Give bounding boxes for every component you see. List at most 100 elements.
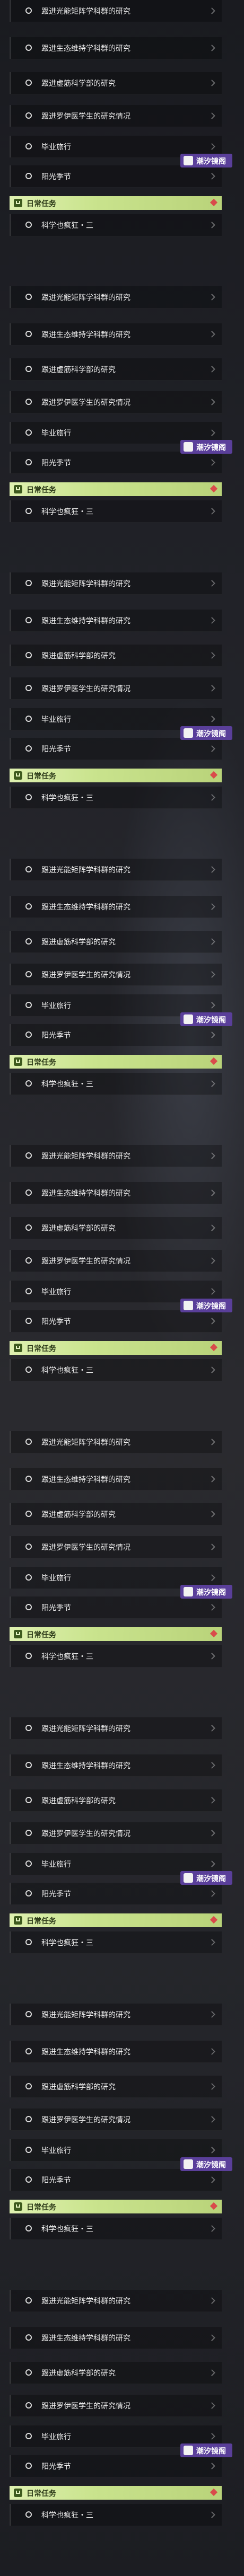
daily-tasks-header[interactable]: 日常任务 [10, 1055, 222, 1069]
chevron-right-icon [208, 1543, 215, 1550]
daily-task-item[interactable]: 科学也疯狂・三 [10, 787, 222, 809]
quest-list-item[interactable]: 跟进生态维持学科群的研究 [10, 2327, 222, 2349]
quest-list-item[interactable]: 跟进生态维持学科群的研究 [10, 896, 222, 918]
quest-list-item[interactable]: 跟进罗伊医学生的研究情况 [10, 105, 222, 127]
daily-tasks-header[interactable]: 日常任务 [10, 482, 222, 496]
quest-list-item[interactable]: 跟进罗伊医学生的研究情况 [10, 1250, 222, 1272]
quest-list-item[interactable]: 跟进虚筋科学部的研究 [10, 1217, 222, 1239]
quest-list-item[interactable]: 跟进生态维持学科群的研究 [10, 1468, 222, 1490]
daily-task-item[interactable]: 科学也疯狂・三 [10, 500, 222, 523]
daily-task-item[interactable]: 科学也疯狂・三 [10, 1359, 222, 1381]
quest-list-item[interactable]: 跟进虚筋科学部的研究 [10, 1503, 222, 1525]
quest-circle-icon [25, 1080, 32, 1087]
daily-task-item[interactable]: 科学也疯狂・三 [10, 1931, 222, 1954]
quest-circle-icon [25, 1476, 32, 1482]
chevron-right-icon [208, 429, 215, 436]
quest-list-item[interactable]: 跟进生态维持学科群的研究 [10, 1754, 222, 1777]
quest-list-item[interactable]: 跟进生态维持学科群的研究 [10, 1182, 222, 1204]
quest-circle-icon [25, 1604, 32, 1610]
quest-list-item[interactable]: 跟进虚筋科学部的研究 [10, 931, 222, 953]
quest-circle-icon [25, 938, 32, 945]
row-accent-bar [10, 72, 11, 94]
quest-list-item[interactable]: 跟进虚筋科学部的研究 [10, 645, 222, 667]
quest-list-item[interactable]: 跟进生态维持学科群的研究 [10, 2041, 222, 2063]
quest-list-item[interactable]: 跟进光能矩阵学科群的研究 [10, 2004, 222, 2026]
daily-tasks-header[interactable]: 日常任务 [10, 769, 222, 782]
quest-list-item[interactable]: 跟进光能矩阵学科群的研究 [10, 1145, 222, 1167]
daily-task-item[interactable]: 科学也疯狂・三 [10, 1073, 222, 1095]
row-accent-bar [10, 2076, 11, 2097]
daily-tasks-icon [14, 2202, 22, 2211]
row-accent-bar [10, 2455, 11, 2477]
quest-list-item[interactable]: 跟进光能矩阵学科群的研究 [10, 1717, 222, 1740]
quest-list-item[interactable]: 跟进罗伊医学生的研究情况 [10, 1822, 222, 1845]
quest-list-item[interactable]: 跟进罗伊医学生的研究情况 [10, 2395, 222, 2417]
daily-tasks-header[interactable]: 日常任务 [10, 1341, 222, 1355]
daily-tasks-header[interactable]: 日常任务 [10, 1913, 222, 1927]
row-accent-bar [10, 645, 11, 666]
chevron-right-icon [208, 1890, 215, 1897]
quest-list-item[interactable]: 跟进虚筋科学部的研究 [10, 1789, 222, 1812]
quest-block: 跟进光能矩阵学科群的研究 跟进生态维持学科群的研究 跟进虚筋科学部的研究 跟进罗伊医学… [0, 1996, 244, 2282]
quest-list-item[interactable]: 跟进虚筋科学部的研究 [10, 358, 222, 381]
quest-circle-icon [25, 1224, 32, 1231]
quest-list-item[interactable]: 阳光季节 [10, 1883, 222, 1905]
quest-list-item[interactable]: 跟进罗伊医学生的研究情况 [10, 2109, 222, 2131]
quest-list-item[interactable]: 阳光季节 [10, 1024, 222, 1046]
quest-list-item[interactable]: 跟进生态维持学科群的研究 [10, 323, 222, 346]
quest-list-item[interactable]: 跟进罗伊医学生的研究情况 [10, 1536, 222, 1558]
quest-label: 跟进光能矩阵学科群的研究 [41, 580, 130, 588]
quest-list-item[interactable]: 跟进罗伊医学生的研究情况 [10, 964, 222, 986]
quest-list-item[interactable]: 跟进光能矩阵学科群的研究 [10, 859, 222, 881]
daily-tasks-header[interactable]: 日常任务 [10, 2200, 222, 2213]
chevron-right-icon [208, 745, 215, 752]
daily-tasks-header[interactable]: 日常任务 [10, 1627, 222, 1641]
daily-task-item[interactable]: 科学也疯狂・三 [10, 1645, 222, 1668]
quest-circle-icon [25, 1830, 32, 1836]
chevron-right-icon [208, 1725, 215, 1732]
chevron-right-icon [208, 1002, 215, 1009]
quest-list-item[interactable]: 阳光季节 [10, 1596, 222, 1619]
quest-list-item[interactable]: 阳光季节 [10, 738, 222, 760]
daily-task-item[interactable]: 科学也疯狂・三 [10, 214, 222, 236]
row-accent-bar [10, 1310, 11, 1332]
quest-list-item[interactable]: 阳光季节 [10, 2455, 222, 2477]
quest-label: 跟进罗伊医学生的研究情况 [41, 971, 130, 980]
quest-list-item[interactable]: 跟进光能矩阵学科群的研究 [10, 2290, 222, 2312]
chevron-right-icon [208, 2048, 215, 2055]
quest-label: 跟进光能矩阵学科群的研究 [41, 1152, 130, 1161]
row-accent-bar [10, 1883, 11, 1904]
daily-task-label: 科学也疯狂・三 [41, 794, 93, 802]
quest-label: 毕业旅行 [41, 1574, 71, 1583]
daily-tasks-icon [14, 199, 22, 207]
quest-list-item[interactable]: 跟进罗伊医学生的研究情况 [10, 677, 222, 700]
quest-circle-icon [25, 1439, 32, 1445]
quest-list-item[interactable]: 跟进虚筋科学部的研究 [10, 72, 222, 94]
quest-list-item[interactable]: 跟进光能矩阵学科群的研究 [10, 286, 222, 308]
quest-list-item[interactable]: 跟进光能矩阵学科群的研究 [10, 572, 222, 595]
quest-list-item[interactable]: 阳光季节 [10, 1310, 222, 1333]
quest-list-item[interactable]: 跟进光能矩阵学科群的研究 [10, 0, 222, 22]
quest-label: 跟进生态维持学科群的研究 [41, 903, 130, 912]
quest-list-item[interactable]: 跟进生态维持学科群的研究 [10, 37, 222, 59]
quest-label: 跟进光能矩阵学科群的研究 [41, 1725, 130, 1733]
quest-label: 跟进生态维持学科群的研究 [41, 45, 130, 53]
row-accent-bar [10, 1536, 11, 1558]
quest-list-item[interactable]: 跟进虚筋科学部的研究 [10, 2362, 222, 2384]
daily-tasks-header[interactable]: 日常任务 [10, 196, 222, 210]
daily-tasks-header[interactable]: 日常任务 [10, 2486, 222, 2500]
quest-list-item[interactable]: 阳光季节 [10, 165, 222, 188]
quest-label: 毕业旅行 [41, 2433, 71, 2441]
daily-task-label: 科学也疯狂・三 [41, 2225, 93, 2234]
quest-list-item[interactable]: 阳光季节 [10, 2169, 222, 2191]
quest-list-item[interactable]: 跟进虚筋科学部的研究 [10, 2076, 222, 2098]
daily-task-item[interactable]: 科学也疯狂・三 [10, 2218, 222, 2240]
daily-task-item[interactable]: 科学也疯狂・三 [10, 2504, 222, 2526]
chevron-right-icon [208, 2433, 215, 2440]
quest-list-item[interactable]: 阳光季节 [10, 452, 222, 474]
row-accent-bar [10, 1024, 11, 1046]
quest-list-item[interactable]: 跟进光能矩阵学科群的研究 [10, 1431, 222, 1453]
quest-list-item[interactable]: 跟进生态维持学科群的研究 [10, 610, 222, 632]
quest-list-item[interactable]: 跟进罗伊医学生的研究情况 [10, 391, 222, 413]
quest-label: 跟进罗伊医学生的研究情况 [41, 1257, 130, 1266]
